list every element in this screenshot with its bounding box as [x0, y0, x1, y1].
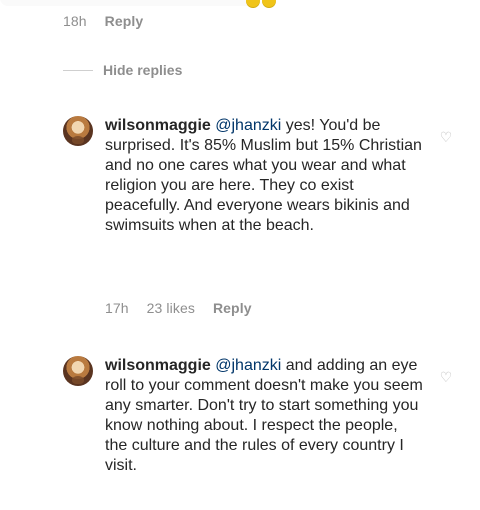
- emoji-icon: [262, 0, 276, 8]
- comment-body: wilsonmaggie @jhanzki and adding an eye …: [105, 356, 423, 476]
- comment-time: 17h: [105, 300, 129, 316]
- top-comment-meta: 18h Reply: [63, 13, 157, 29]
- reply-comment: wilsonmaggie @jhanzki yes! You'd be surp…: [63, 116, 453, 326]
- mention-link[interactable]: @jhanzki: [215, 357, 281, 374]
- comment-meta: 17h 23 likes Reply: [105, 300, 266, 316]
- reply-link[interactable]: Reply: [105, 13, 144, 29]
- emoji-icon: [246, 0, 260, 8]
- hide-replies-toggle[interactable]: Hide replies: [63, 62, 182, 78]
- heart-outline-icon[interactable]: ♡: [439, 130, 453, 144]
- partial-emoji-strip: [0, 0, 260, 6]
- comment-time: 18h: [63, 13, 87, 29]
- reply-comment: wilsonmaggie @jhanzki and adding an eye …: [63, 356, 453, 506]
- thread-divider: [63, 69, 93, 71]
- comment-text: and adding an eye roll to your comment d…: [105, 357, 423, 474]
- reply-link[interactable]: Reply: [213, 300, 252, 316]
- avatar-icon[interactable]: [63, 356, 93, 386]
- hide-replies-label[interactable]: Hide replies: [103, 62, 182, 78]
- mention-link[interactable]: @jhanzki: [215, 117, 281, 134]
- avatar-icon[interactable]: [63, 116, 93, 146]
- comment-text: yes! You'd be surprised. It's 85% Muslim…: [105, 117, 422, 234]
- comment-body: wilsonmaggie @jhanzki yes! You'd be surp…: [105, 116, 423, 236]
- likes-count[interactable]: 23 likes: [147, 300, 195, 316]
- username-link[interactable]: wilsonmaggie: [105, 117, 211, 134]
- heart-outline-icon[interactable]: ♡: [439, 370, 453, 384]
- username-link[interactable]: wilsonmaggie: [105, 357, 211, 374]
